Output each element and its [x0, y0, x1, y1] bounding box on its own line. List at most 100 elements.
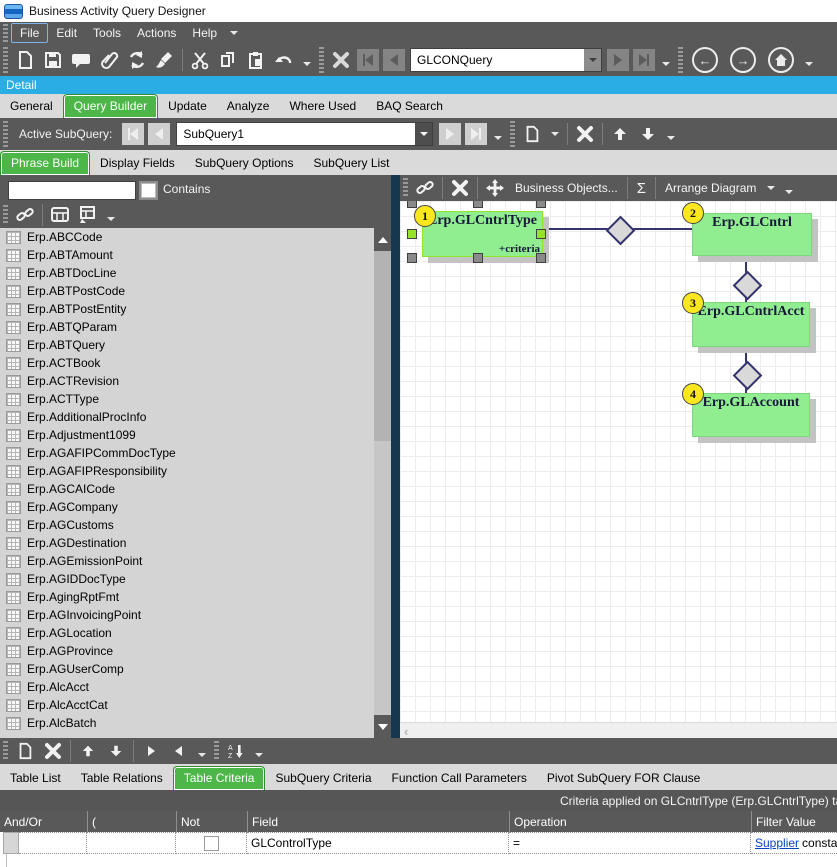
sort-az-icon[interactable]: AZ	[222, 738, 250, 764]
tab-update[interactable]: Update	[158, 95, 217, 118]
column-header-filter-value[interactable]: Filter Value	[752, 811, 837, 832]
indent-left-icon[interactable]	[165, 738, 193, 764]
next-record-button[interactable]	[607, 49, 629, 71]
relation-diamond[interactable]	[733, 271, 763, 301]
table-list-item-erp-abtamount[interactable]: Erp.ABTAmount	[0, 246, 374, 264]
menu-overflow-icon[interactable]	[230, 31, 238, 35]
selection-handle[interactable]	[536, 201, 546, 208]
tab-table-relations[interactable]: Table Relations	[71, 767, 173, 790]
new-criteria-icon[interactable]	[11, 738, 39, 764]
diagram-node-glcntrlacct[interactable]: Erp.GLCntrlAcct	[692, 302, 810, 347]
home-icon[interactable]	[768, 47, 794, 73]
cell-not[interactable]	[176, 832, 247, 854]
table-list-item-erp-agcustoms[interactable]: Erp.AGCustoms	[0, 516, 374, 534]
tab-where-used[interactable]: Where Used	[279, 95, 366, 118]
cell-field[interactable]: GLControlType	[247, 832, 509, 854]
table-list-overflow-icon[interactable]	[107, 217, 115, 221]
subquery-toolbar-overflow-icon[interactable]	[667, 136, 675, 140]
scroll-down-icon[interactable]	[374, 715, 391, 738]
diagram-node-glaccount[interactable]: Erp.GLAccount	[692, 393, 810, 437]
table-list-item-erp-agusercomp[interactable]: Erp.AGUserComp	[0, 660, 374, 678]
menu-tools[interactable]: Tools	[85, 24, 129, 42]
subquery-prev-button[interactable]	[148, 123, 170, 145]
diagram-toolbar-overflow-icon[interactable]	[785, 190, 793, 194]
not-checkbox[interactable]	[204, 836, 219, 851]
tab-table-criteria[interactable]: Table Criteria	[173, 766, 266, 790]
cell-operation[interactable]: =	[509, 832, 751, 854]
diagram-canvas[interactable]: Erp.GLCntrlType +criteria 1 Erp.GLCntrl …	[400, 201, 837, 722]
tab-pivot-subquery-for-clause[interactable]: Pivot SubQuery FOR Clause	[537, 767, 710, 790]
selection-handle[interactable]	[473, 201, 483, 208]
relation-diamond[interactable]	[606, 216, 636, 246]
delete-icon[interactable]	[327, 47, 355, 73]
subquery-next-button[interactable]	[439, 123, 461, 145]
tab-subquery-list[interactable]: SubQuery List	[303, 152, 399, 175]
scroll-left-icon[interactable]: ‹	[404, 724, 408, 739]
selection-handle[interactable]	[407, 201, 417, 208]
selection-handle[interactable]	[536, 253, 546, 263]
diagram-hscrollbar[interactable]: ‹	[400, 722, 837, 739]
table-list-item-erp-abtqparam[interactable]: Erp.ABTQParam	[0, 318, 374, 336]
panel-splitter[interactable]	[391, 175, 400, 738]
table-list-item-erp-agdestination[interactable]: Erp.AGDestination	[0, 534, 374, 552]
selection-handle[interactable]	[407, 229, 417, 239]
arrange-diagram-button[interactable]: Arrange Diagram	[659, 181, 762, 195]
move-down-icon[interactable]	[634, 121, 662, 147]
column-header-field[interactable]: Field	[248, 811, 510, 832]
last-record-button[interactable]	[633, 49, 655, 71]
table-list-item-erp-agcompany[interactable]: Erp.AGCompany	[0, 498, 374, 516]
table-list-item-erp-agafipresponsibility[interactable]: Erp.AGAFIPResponsibility	[0, 462, 374, 480]
link-table-icon[interactable]	[11, 202, 39, 228]
save-icon[interactable]	[39, 47, 67, 73]
query-combobox-dropdown-icon[interactable]	[584, 49, 601, 71]
table-grid-icon[interactable]	[46, 202, 74, 228]
table-list-item-erp-abtpostcode[interactable]: Erp.ABTPostCode	[0, 282, 374, 300]
column-header-operation[interactable]: Operation	[510, 811, 752, 832]
delete-subquery-icon[interactable]	[571, 121, 599, 147]
tab-table-list[interactable]: Table List	[0, 767, 71, 790]
diagram-node-glcntrl[interactable]: Erp.GLCntrl	[692, 213, 812, 256]
toolbar-overflow-icon[interactable]	[805, 62, 813, 66]
table-list-item-erp-agcaicode[interactable]: Erp.AGCAICode	[0, 480, 374, 498]
relation-diamond[interactable]	[733, 361, 763, 391]
table-list-item-erp-adjustment1099[interactable]: Erp.Adjustment1099	[0, 426, 374, 444]
column-header-open-paren[interactable]: (	[88, 811, 177, 832]
forward-icon[interactable]: →	[730, 47, 756, 73]
table-list-item-erp-actbook[interactable]: Erp.ACTBook	[0, 354, 374, 372]
table-list-item-erp-additionalprocinfo[interactable]: Erp.AdditionalProcInfo	[0, 408, 374, 426]
scrollbar-thumb[interactable]	[374, 251, 391, 441]
menu-edit[interactable]: Edit	[48, 24, 85, 42]
nav-dropdown-icon[interactable]	[662, 62, 670, 66]
table-list-item-erp-agafipcommdoctype[interactable]: Erp.AGAFIPCommDocType	[0, 444, 374, 462]
table-list-item-erp-abtdocline[interactable]: Erp.ABTDocLine	[0, 264, 374, 282]
undo-icon[interactable]	[270, 47, 298, 73]
criteria-row[interactable]: GLControlType = Supplier constant	[0, 832, 837, 854]
table-list-item-erp-agingrptfmt[interactable]: Erp.AgingRptFmt	[0, 588, 374, 606]
table-list-item-erp-acttype[interactable]: Erp.ACTType	[0, 390, 374, 408]
subquery-nav-dropdown-icon[interactable]	[494, 136, 502, 140]
indent-dropdown-icon[interactable]	[198, 753, 206, 757]
undo-dropdown-icon[interactable]	[303, 62, 311, 66]
refresh-icon[interactable]	[123, 47, 151, 73]
sort-dropdown-icon[interactable]	[255, 753, 263, 757]
tab-query-builder[interactable]: Query Builder	[63, 94, 158, 118]
table-list-item-erp-alcbatch[interactable]: Erp.AlcBatch	[0, 714, 374, 732]
comment-icon[interactable]	[67, 47, 95, 73]
arrange-diagram-dropdown-icon[interactable]	[767, 186, 775, 190]
new-icon[interactable]	[11, 47, 39, 73]
tab-subquery-criteria[interactable]: SubQuery Criteria	[265, 767, 381, 790]
row-up-icon[interactable]	[74, 738, 102, 764]
menu-actions[interactable]: Actions	[129, 24, 184, 42]
subquery-last-button[interactable]	[465, 123, 487, 145]
tab-phrase-build[interactable]: Phrase Build	[0, 151, 90, 175]
tab-subquery-options[interactable]: SubQuery Options	[185, 152, 304, 175]
table-list-item-erp-actrevision[interactable]: Erp.ACTRevision	[0, 372, 374, 390]
query-combobox[interactable]: GLCONQuery	[410, 48, 602, 72]
table-list-item-erp-abccode[interactable]: Erp.ABCCode	[0, 228, 374, 246]
cut-icon[interactable]	[186, 47, 214, 73]
table-list-item-erp-aglocation[interactable]: Erp.AGLocation	[0, 624, 374, 642]
move-up-icon[interactable]	[606, 121, 634, 147]
business-table-icon[interactable]	[74, 202, 102, 228]
new-subquery-icon[interactable]	[518, 121, 546, 147]
table-list-item-erp-agprovince[interactable]: Erp.AGProvince	[0, 642, 374, 660]
